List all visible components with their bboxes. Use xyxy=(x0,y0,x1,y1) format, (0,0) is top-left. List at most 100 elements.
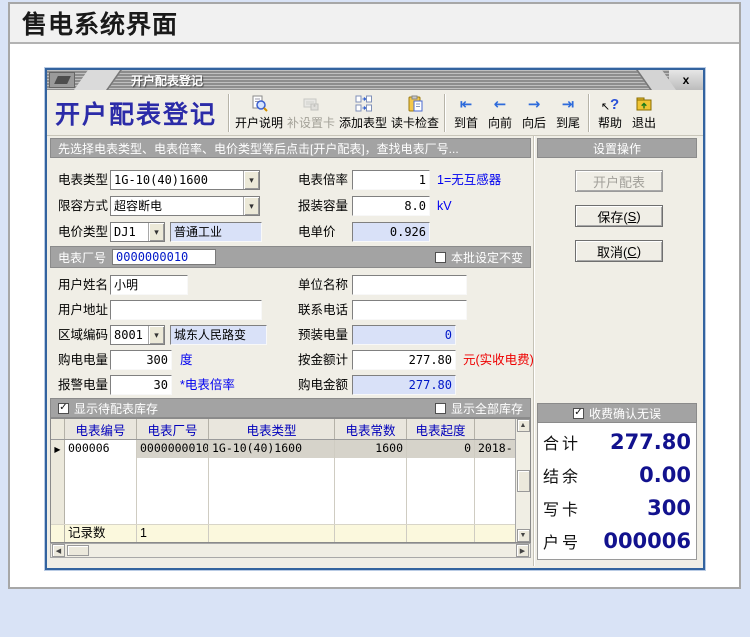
account-no-label: 户号 xyxy=(543,534,582,552)
capacity-input[interactable]: 8.0 xyxy=(352,196,430,216)
toolbar-button-help[interactable]: ↖? 帮助 xyxy=(593,95,627,131)
checkbox-icon[interactable]: ✓ xyxy=(434,251,446,263)
scrollbar-thumb[interactable] xyxy=(516,469,530,492)
save-label: 保存( xyxy=(597,209,628,225)
user-name-input[interactable]: 小明 xyxy=(110,275,188,295)
toolbar-button-add-meter-type[interactable]: 添加表型 xyxy=(337,95,389,131)
total-label: 合计 xyxy=(543,435,582,453)
show-all-stock-checkbox[interactable]: ✓ 显示全部库存 xyxy=(434,400,523,417)
scroll-down-icon[interactable]: ▼ xyxy=(516,529,530,542)
empty-cell xyxy=(335,525,407,542)
batch-keep-checkbox[interactable]: ✓ 本批设定不变 xyxy=(434,249,523,266)
row-selector-summary xyxy=(51,525,65,542)
region-desc: 城东人民路变 xyxy=(170,325,267,345)
unit-price-label: 电单价 xyxy=(298,225,336,239)
checkbox-icon[interactable]: ✓ xyxy=(434,402,446,414)
doc-magnifier-icon xyxy=(250,95,268,113)
save-label-end: ) xyxy=(636,208,641,224)
toolbar-button-first[interactable]: ⇤ 到首 xyxy=(449,95,483,131)
table-row[interactable]: ▶ 000006 0000000010 1G-10(40)1600 1600 0… xyxy=(51,440,515,458)
page: 售电系统界面 开户配表登记 x 开户配表登记 开户说明 * 补设置卡 添加表型 … xyxy=(0,0,750,637)
chevron-down-icon[interactable]: ▾ xyxy=(148,326,164,344)
capacity-label: 报装容量 xyxy=(298,199,349,213)
toolbar-button-label: 退出 xyxy=(632,115,657,130)
write-card-value: 300 xyxy=(647,495,691,520)
stock-bar: ✓ 显示待配表库存 ✓ 显示全部库存 xyxy=(50,398,531,418)
meter-no-input[interactable]: 0000000010 xyxy=(112,249,217,265)
phone-label: 联系电话 xyxy=(298,303,349,317)
price-type-code: DJ1 xyxy=(114,225,136,239)
cell-date: 2018- xyxy=(478,441,513,455)
scrollbar-thumb[interactable] xyxy=(67,545,89,556)
toolbar-separator xyxy=(228,93,231,132)
fee-confirm-checkbox[interactable]: ✓ 收费确认无误 xyxy=(572,405,661,422)
address-input[interactable] xyxy=(110,300,262,320)
fee-confirm-label: 收费确认无误 xyxy=(588,406,661,421)
save-button[interactable]: 保存(S) xyxy=(575,205,663,227)
horizontal-scrollbar[interactable]: ◀ ▶ xyxy=(50,543,531,558)
toolbar-button-next[interactable]: → 向后 xyxy=(517,95,551,131)
record-count-label: 记录数 xyxy=(65,525,137,542)
fee-confirm-bar: ✓ 收费确认无误 xyxy=(537,403,697,423)
toolbar-button-label: 到首 xyxy=(454,115,479,130)
column-header: 电表起度 xyxy=(407,419,475,439)
toolbar-separator xyxy=(444,93,447,132)
unit-price-value: 0.926 xyxy=(352,222,430,242)
nav-first-icon: ⇤ xyxy=(459,94,473,113)
checkbox-icon[interactable]: ✓ xyxy=(572,407,584,419)
ratio-input[interactable]: 1 xyxy=(352,170,430,190)
cancel-label-end: ) xyxy=(636,243,642,259)
page-title: 售电系统界面 xyxy=(10,4,739,44)
unit-name-input[interactable] xyxy=(352,275,467,295)
column-header: 电表编号 xyxy=(65,419,137,439)
chevron-down-icon[interactable]: ▾ xyxy=(243,171,259,189)
phone-input[interactable] xyxy=(352,300,467,320)
region-select[interactable]: 8001 ▾ xyxy=(110,325,165,345)
clipboard-check-icon xyxy=(406,95,424,113)
by-amount-input[interactable]: 277.80 xyxy=(352,350,456,370)
dialog-window: 开户配表登记 x 开户配表登记 开户说明 * 补设置卡 添加表型 读卡检查 ⇤ … xyxy=(45,68,705,570)
scrollbar-track[interactable] xyxy=(516,432,530,529)
scroll-right-icon[interactable]: ▶ xyxy=(516,544,529,557)
toolbar-button-last[interactable]: ⇥ 到尾 xyxy=(551,95,585,131)
empty-cell xyxy=(407,525,475,542)
price-type-desc: 普通工业 xyxy=(170,222,262,242)
cell-start-reading: 0 xyxy=(407,440,475,458)
card-setup-icon: * xyxy=(302,95,320,113)
save-hotkey: S xyxy=(627,208,637,224)
settings-bar-label: 设置操作 xyxy=(592,141,641,156)
toolbar-separator xyxy=(588,93,591,132)
toolbar-button-read-card-check[interactable]: 读卡检查 xyxy=(389,95,441,131)
toolbar-button-supplement-card[interactable]: * 补设置卡 xyxy=(285,95,337,131)
scroll-up-icon[interactable]: ▲ xyxy=(516,419,530,432)
buy-qty-label: 购电电量 xyxy=(58,353,109,367)
open-assign-button[interactable]: 开户配表 xyxy=(575,170,663,192)
alarm-qty-input[interactable]: 30 xyxy=(110,375,172,395)
toolbar-button-open-help[interactable]: 开户说明 xyxy=(233,95,285,131)
empty-cell xyxy=(407,458,475,524)
toolbar-button-label: 读卡检查 xyxy=(391,115,440,130)
dialog-content: 先选择电表类型、电表倍率、电价类型等后点击[开户配表]，查找电表厂号... 设置… xyxy=(47,136,703,566)
scroll-left-icon[interactable]: ◀ xyxy=(52,544,65,557)
dialog-titlebar[interactable]: 开户配表登记 x xyxy=(47,70,703,90)
app-card: 售电系统界面 开户配表登记 x 开户配表登记 开户说明 * 补设置卡 添加表型 … xyxy=(8,2,741,589)
cancel-label: 取消( xyxy=(596,244,628,260)
chevron-down-icon[interactable]: ▾ xyxy=(243,197,259,215)
meter-type-select[interactable]: 1G-10(40)1600 ▾ xyxy=(110,170,260,190)
table-summary-row: 记录数 1 xyxy=(51,524,515,542)
checkbox-icon[interactable]: ✓ xyxy=(58,402,69,414)
vertical-scrollbar[interactable]: ▲ ▼ xyxy=(515,419,530,542)
chevron-down-icon[interactable]: ▾ xyxy=(148,223,164,241)
show-pending-stock-checkbox[interactable]: ✓ 显示待配表库存 xyxy=(58,400,158,417)
limit-mode-value: 超容断电 xyxy=(114,199,163,213)
price-type-label: 电价类型 xyxy=(58,225,109,239)
buy-qty-input[interactable]: 300 xyxy=(110,350,172,370)
toolbar-button-exit[interactable]: 退出 xyxy=(627,95,661,131)
limit-mode-select[interactable]: 超容断电 ▾ xyxy=(110,196,260,216)
empty-cell xyxy=(209,525,335,542)
write-card-label: 写卡 xyxy=(543,501,582,519)
help-icon: ↖? xyxy=(600,95,620,113)
toolbar-button-prev[interactable]: ← 向前 xyxy=(483,95,517,131)
cancel-button[interactable]: 取消(C) xyxy=(575,240,663,262)
price-type-select[interactable]: DJ1 ▾ xyxy=(110,222,165,242)
